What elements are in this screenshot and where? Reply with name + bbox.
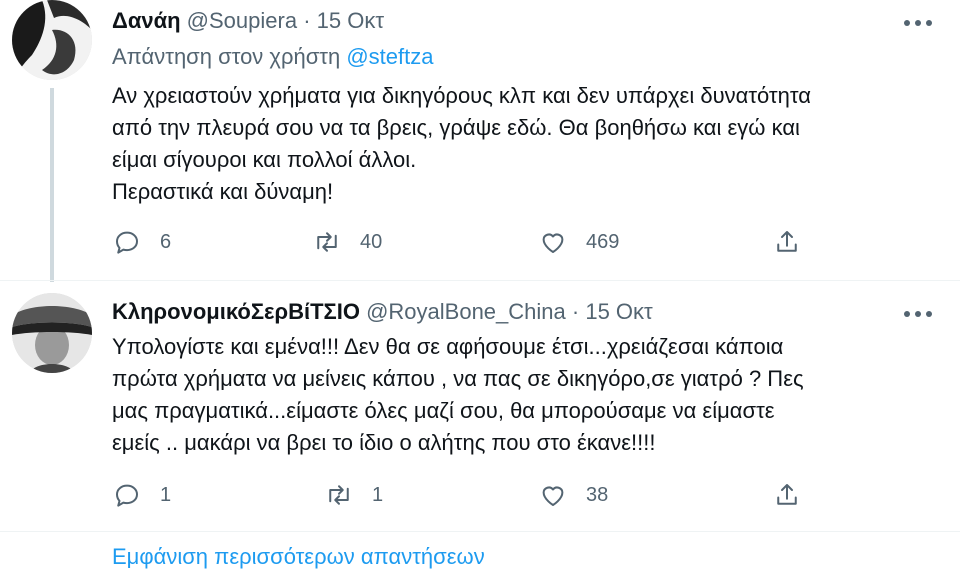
share-icon [777, 231, 797, 252]
author-handle[interactable]: @RoyalBone_China [366, 299, 566, 324]
avatar[interactable] [12, 293, 92, 373]
mention-link[interactable]: @steftza [346, 44, 433, 69]
avatar-image [12, 0, 92, 80]
separator: · [571, 299, 580, 324]
tweet-2[interactable]: ΚληρονομικόΣερΒίΤΣΙΟ @RoyalBone_China · … [0, 281, 960, 531]
share-icon [777, 484, 797, 505]
divider [0, 531, 960, 532]
separator: · [303, 8, 311, 33]
reply-button[interactable]: 6 [112, 226, 171, 258]
like-count: 469 [586, 230, 620, 253]
tweet-line: εμείς .. μακάρι να βρει το ίδιο ο αλήτης… [112, 430, 656, 455]
retweet-button[interactable]: 40 [312, 226, 382, 258]
tweet-text: Αν χρειαστούν χρήματα για δικηγόρους κλπ… [112, 80, 942, 208]
heart-icon [542, 233, 564, 253]
reply-icon [116, 231, 138, 254]
tweet-line: από την πλευρά σου να τα βρεις, γράψε εδ… [112, 115, 800, 140]
author-name[interactable]: Δανάη [112, 8, 181, 33]
tweet-line: μας πραγματικά...είμαστε όλες μαζί σου, … [112, 398, 775, 423]
tweet-line: Περαστικά και δύναμη! [112, 179, 334, 204]
action-bar: 1 1 38 [112, 479, 812, 511]
avatar-image [12, 293, 92, 373]
tweet-text: Υπολογίστε και εμένα!!! Δεν θα σε αφήσου… [112, 331, 942, 459]
retweet-count: 1 [372, 483, 384, 506]
tweet-header: ΚληρονομικόΣερΒίΤΣΙΟ @RoyalBone_China · … [112, 299, 653, 325]
reply-button[interactable]: 1 [112, 479, 171, 511]
more-icon[interactable] [903, 8, 933, 34]
share-button[interactable] [772, 479, 802, 511]
tweet-line: πρώτα χρήματα να μείνεις κάπου , να πας … [112, 366, 804, 391]
tweet-line: είμαι σίγουροι και πολλοί άλλοι. [112, 147, 417, 172]
reply-count: 6 [160, 230, 172, 253]
show-more-replies-link[interactable]: Εμφάνιση περισσότερων απαντήσεων [112, 544, 485, 570]
author-handle[interactable]: @Soupiera [187, 8, 297, 33]
like-button[interactable]: 38 [538, 479, 608, 511]
replying-to: Απάντηση στον χρήστη @steftza [112, 44, 433, 70]
retweet-icon [329, 485, 349, 505]
avatar[interactable] [12, 0, 92, 80]
more-icon[interactable] [903, 299, 933, 325]
retweet-button[interactable]: 1 [324, 479, 383, 511]
like-count: 38 [586, 483, 609, 506]
tweet-date[interactable]: 15 Οκτ [585, 299, 652, 324]
like-button[interactable]: 469 [538, 226, 619, 258]
thread-line [50, 88, 54, 282]
share-button[interactable] [772, 226, 802, 258]
tweet-header: Δανάη @Soupiera · 15 Οκτ [112, 8, 384, 34]
action-bar: 6 40 469 [112, 226, 812, 258]
reply-count: 1 [160, 483, 172, 506]
reply-icon [116, 484, 138, 507]
retweet-count: 40 [360, 230, 383, 253]
retweet-icon [317, 232, 337, 252]
author-name[interactable]: ΚληρονομικόΣερΒίΤΣΙΟ [112, 299, 360, 324]
heart-icon [542, 486, 564, 506]
replying-prefix: Απάντηση στον χρήστη [112, 44, 341, 69]
tweet-date[interactable]: 15 Οκτ [317, 8, 384, 33]
tweet-1[interactable]: Δανάη @Soupiera · 15 Οκτ Απάντηση στον χ… [0, 0, 960, 282]
tweet-line: Υπολογίστε και εμένα!!! Δεν θα σε αφήσου… [112, 334, 784, 359]
tweet-line: Αν χρειαστούν χρήματα για δικηγόρους κλπ… [112, 83, 811, 108]
